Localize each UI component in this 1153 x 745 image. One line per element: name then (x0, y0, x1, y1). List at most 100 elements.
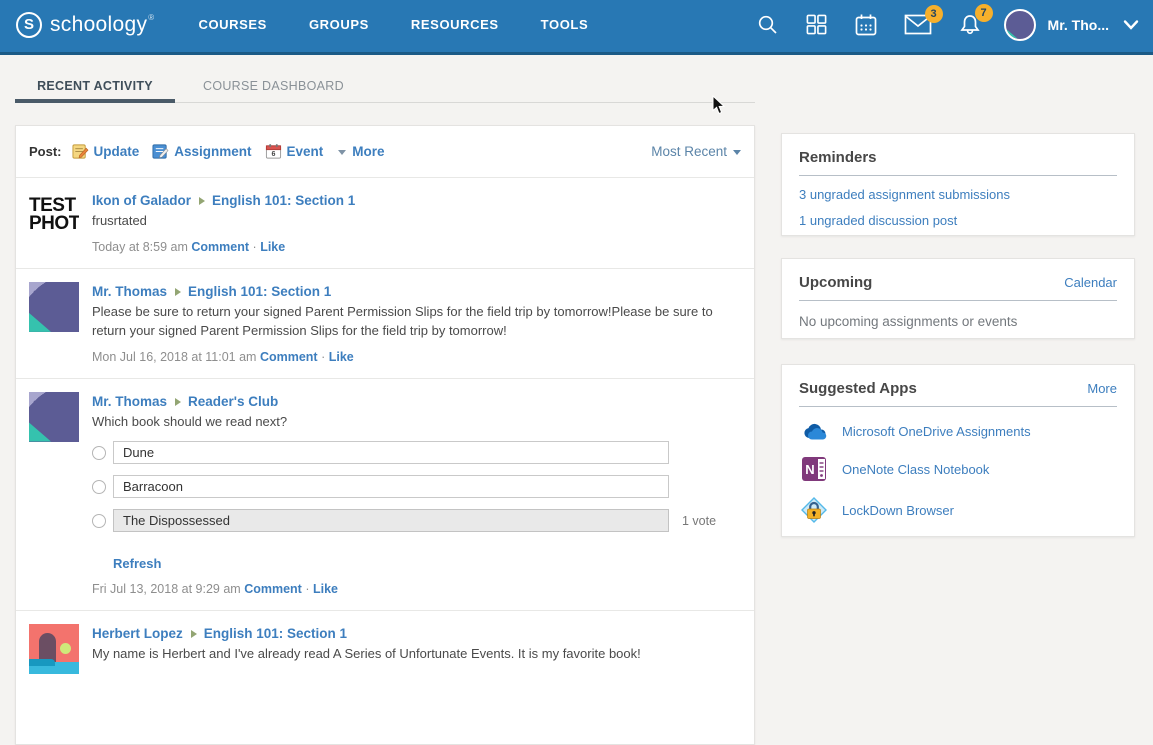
app-grid-icon[interactable] (805, 13, 828, 36)
assignment-icon (152, 143, 169, 160)
post-body: frusrtated (92, 212, 741, 231)
feed-post: TESTPHOT Ikon of Galador English 101: Sec… (16, 178, 754, 269)
tab-bar: RECENT ACTIVITY COURSE DASHBOARD (0, 55, 1153, 113)
poll-refresh-link[interactable]: Refresh (113, 556, 161, 571)
svg-text:N: N (805, 462, 814, 477)
post-context-link[interactable]: Reader's Club (188, 394, 278, 409)
nav-item-courses[interactable]: COURSES (198, 17, 267, 32)
poll-option-box[interactable]: Dune (113, 441, 669, 464)
calendar-link[interactable]: Calendar (1064, 275, 1117, 290)
app-row-onedrive[interactable]: Microsoft OneDrive Assignments (799, 422, 1117, 441)
poll-radio[interactable] (92, 446, 106, 460)
poll-option: Barracoon (92, 475, 741, 498)
like-link[interactable]: Like (313, 582, 338, 596)
chevron-down-icon[interactable] (1123, 19, 1139, 31)
registered-mark: ® (148, 13, 154, 22)
onedrive-icon (799, 422, 829, 441)
tab-course-dashboard[interactable]: COURSE DASHBOARD (203, 79, 344, 93)
suggested-apps-panel: Suggested Apps More Microsoft OneDrive A… (781, 364, 1135, 537)
upcoming-title: Upcoming (799, 274, 872, 291)
reminders-panel: Reminders 3 ungraded assignment submissi… (781, 133, 1135, 236)
post-update-button[interactable]: Update (72, 143, 140, 160)
post-author-avatar[interactable] (29, 392, 79, 442)
breadcrumb-arrow-icon (175, 288, 181, 296)
breadcrumb-arrow-icon (199, 197, 205, 205)
user-avatar[interactable] (1004, 9, 1036, 41)
post-event-button[interactable]: 6 Event (265, 143, 324, 160)
feed-post: Mr. Thomas English 101: Section 1 Please … (16, 269, 754, 379)
post-label: Post: (29, 144, 62, 159)
messages-badge: 3 (925, 5, 943, 23)
poll-radio[interactable] (92, 480, 106, 494)
comment-link[interactable]: Comment (191, 240, 249, 254)
app-row-lockdown[interactable]: LockDown Browser (799, 497, 1117, 523)
messages-icon[interactable]: 3 (904, 14, 932, 35)
post-more-button[interactable]: More (336, 144, 384, 159)
post-context-link[interactable]: English 101: Section 1 (204, 626, 347, 641)
poll-option: Dune (92, 441, 741, 464)
reminders-title: Reminders (799, 149, 877, 166)
suggested-apps-title: Suggested Apps (799, 380, 917, 397)
feed-post: Herbert Lopez English 101: Section 1 My n… (16, 611, 754, 688)
post-author-avatar[interactable] (29, 282, 79, 332)
feed-post-poll: Mr. ThomasReader's Club Which book shoul… (16, 379, 754, 612)
post-body: Please be sure to return your signed Par… (92, 303, 741, 341)
header-right: 3 7 Mr. Tho... (730, 9, 1139, 41)
post-meta: Today at 8:59 am Comment · Like (92, 240, 741, 254)
post-timestamp: Mon Jul 16, 2018 at 11:01 am (92, 350, 256, 364)
post-meta: Fri Jul 13, 2018 at 9:29 am Comment · Li… (92, 582, 741, 596)
calendar-icon[interactable] (854, 13, 878, 37)
post-author-avatar[interactable] (29, 624, 79, 674)
upcoming-panel: Upcoming Calendar No upcoming assignment… (781, 258, 1135, 339)
poll-option-box[interactable]: The Dispossessed (113, 509, 669, 532)
event-icon: 6 (265, 143, 282, 160)
search-icon[interactable] (756, 13, 779, 36)
post-author-avatar[interactable]: TESTPHOT (29, 191, 79, 241)
active-tab-indicator (15, 99, 175, 103)
comment-link[interactable]: Comment (244, 582, 302, 596)
activity-feed: Post: Update Assignment (15, 125, 755, 745)
post-composer: Post: Update Assignment (16, 126, 754, 178)
more-apps-link[interactable]: More (1087, 381, 1117, 396)
post-timestamp: Today at 8:59 am (92, 240, 188, 254)
poll: Dune Barracoon The Dispossessed 1 vote R… (92, 441, 741, 573)
poll-option-box[interactable]: Barracoon (113, 475, 669, 498)
user-menu[interactable]: Mr. Tho... (1004, 9, 1139, 41)
app-row-onenote[interactable]: N OneNote Class Notebook (799, 456, 1117, 482)
notifications-icon[interactable]: 7 (958, 13, 982, 37)
schoology-logo[interactable]: S schoology® (16, 12, 154, 38)
breadcrumb-arrow-icon (175, 398, 181, 406)
app-label: LockDown Browser (842, 503, 954, 518)
post-author-link[interactable]: Mr. Thomas (92, 284, 167, 299)
sort-caret-icon (733, 150, 741, 155)
lockdown-icon (799, 497, 829, 523)
post-body: My name is Herbert and I've already read… (92, 645, 741, 664)
post-author-link[interactable]: Mr. Thomas (92, 394, 167, 409)
app-label: Microsoft OneDrive Assignments (842, 424, 1031, 439)
reminder-link-assignments[interactable]: 3 ungraded assignment submissions (799, 187, 1117, 202)
nav-item-groups[interactable]: GROUPS (309, 17, 369, 32)
nav-item-tools[interactable]: TOOLS (541, 17, 589, 32)
schoology-s-icon: S (16, 12, 42, 38)
post-context-link[interactable]: English 101: Section 1 (212, 193, 355, 208)
comment-link[interactable]: Comment (260, 350, 318, 364)
like-link[interactable]: Like (260, 240, 285, 254)
post-author-link[interactable]: Ikon of Galador (92, 193, 191, 208)
update-icon (72, 143, 89, 160)
reminder-link-discussion[interactable]: 1 ungraded discussion post (799, 213, 1117, 228)
post-author-link[interactable]: Herbert Lopez (92, 626, 183, 641)
post-assignment-button[interactable]: Assignment (152, 143, 251, 160)
notifications-badge: 7 (975, 4, 993, 22)
post-context-link[interactable]: English 101: Section 1 (188, 284, 331, 299)
poll-radio[interactable] (92, 514, 106, 528)
tab-recent-activity[interactable]: RECENT ACTIVITY (15, 79, 175, 93)
sort-dropdown[interactable]: Most Recent (651, 144, 741, 159)
like-link[interactable]: Like (329, 350, 354, 364)
upcoming-empty-text: No upcoming assignments or events (799, 314, 1117, 329)
poll-option: The Dispossessed 1 vote (92, 509, 741, 532)
app-label: OneNote Class Notebook (842, 462, 989, 477)
main-nav: COURSES GROUPS RESOURCES TOOLS (198, 17, 630, 32)
logo-text: schoology® (50, 13, 154, 37)
poll-vote-count: 1 vote (682, 514, 716, 528)
nav-item-resources[interactable]: RESOURCES (411, 17, 499, 32)
